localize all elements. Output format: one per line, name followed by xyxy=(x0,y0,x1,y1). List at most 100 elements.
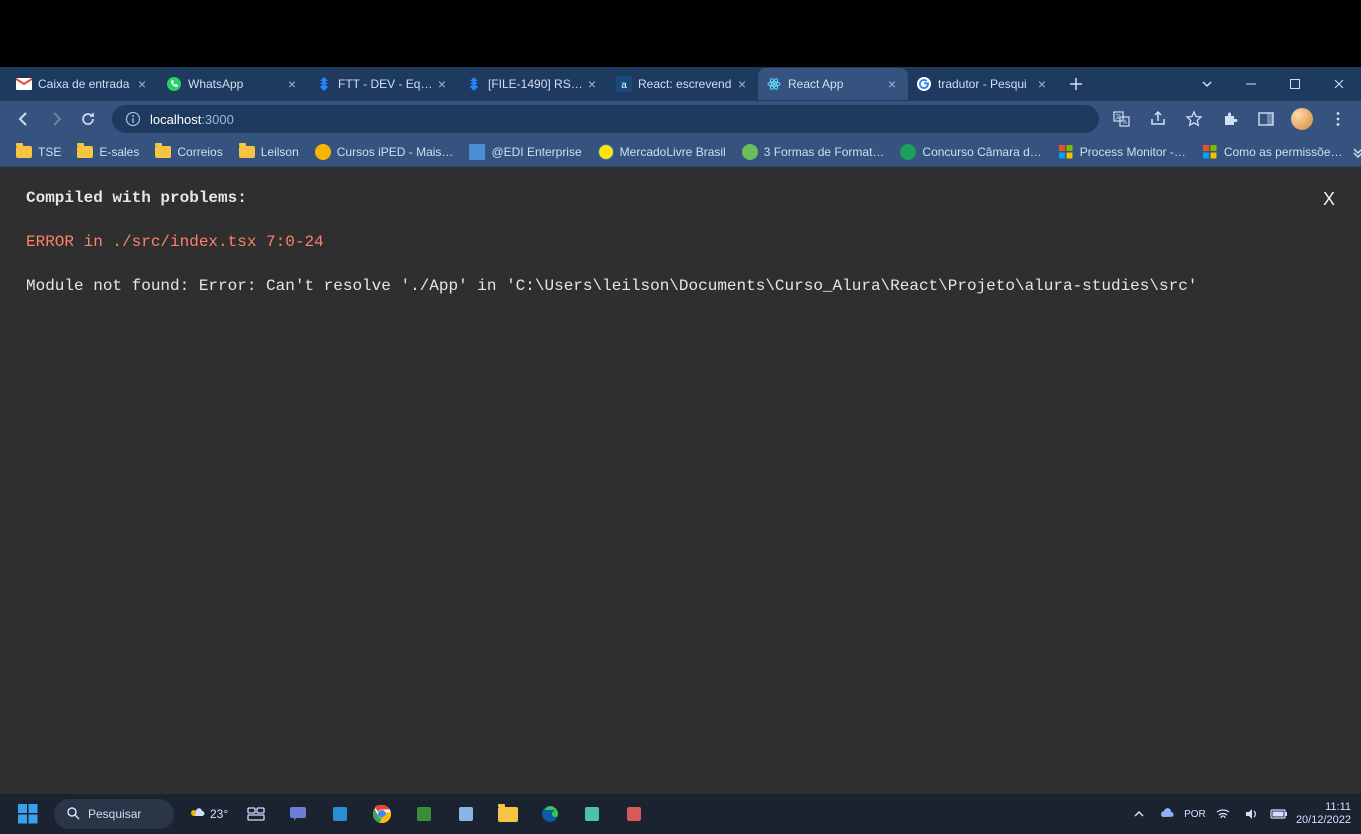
taskbar-app-4[interactable] xyxy=(448,796,484,832)
close-icon[interactable]: × xyxy=(434,77,450,91)
svg-text:A: A xyxy=(1123,120,1127,126)
folder-icon xyxy=(155,144,171,160)
tab-gmail[interactable]: Caixa de entrada × xyxy=(8,68,158,100)
tray-wifi-icon[interactable] xyxy=(1212,803,1234,825)
svg-text:a: a xyxy=(621,80,627,91)
tray-overflow-icon[interactable] xyxy=(1128,803,1150,825)
google-icon xyxy=(916,76,932,92)
taskbar-weather[interactable]: 23° xyxy=(188,805,228,823)
translate-icon[interactable]: 文A xyxy=(1107,104,1137,134)
tab-ftt-dev[interactable]: FTT - DEV - Equip × xyxy=(308,68,458,100)
tray-battery-icon[interactable] xyxy=(1268,803,1290,825)
bookmark-concurso[interactable]: Concurso Câmara d… xyxy=(892,139,1049,165)
bookmark-leilson[interactable]: Leilson xyxy=(231,139,307,165)
bookmark-label: TSE xyxy=(38,145,61,159)
start-button[interactable] xyxy=(10,796,46,832)
taskbar-edge[interactable] xyxy=(532,796,568,832)
bookmark-cursos-iped[interactable]: Cursos iPED - Mais… xyxy=(307,139,462,165)
bookmark-process-monitor[interactable]: Process Monitor -… xyxy=(1050,139,1194,165)
tab-label: React: escrevend xyxy=(638,77,734,91)
error-overlay-close-button[interactable]: X xyxy=(1323,189,1335,210)
alura-icon: a xyxy=(616,76,632,92)
tab-label: Caixa de entrada xyxy=(38,77,134,91)
tray-language-icon[interactable]: POR xyxy=(1184,803,1206,825)
bookmarks-overflow-button[interactable] xyxy=(1351,145,1361,159)
folder-icon xyxy=(16,144,32,160)
tab-file-1490[interactable]: [FILE-1490] RSA - × xyxy=(458,68,608,100)
taskbar-app-3[interactable] xyxy=(406,796,442,832)
tray-volume-icon[interactable] xyxy=(1240,803,1262,825)
taskbar-task-view[interactable] xyxy=(238,796,274,832)
weather-temp: 23° xyxy=(210,807,228,821)
taskbar-clock[interactable]: 11:11 20/12/2022 xyxy=(1296,801,1351,827)
close-icon[interactable]: × xyxy=(734,77,750,91)
maximize-button[interactable] xyxy=(1273,67,1317,101)
wikihow-icon xyxy=(742,144,758,160)
bookmark-correios[interactable]: Correios xyxy=(147,139,230,165)
taskbar-file-explorer[interactable] xyxy=(490,796,526,832)
iped-icon xyxy=(315,144,331,160)
tab-search-button[interactable] xyxy=(1185,67,1229,101)
tab-label: tradutor - Pesqui xyxy=(938,77,1034,91)
taskbar-chrome[interactable] xyxy=(364,796,400,832)
mercadolivre-icon xyxy=(598,144,614,160)
taskbar-search[interactable]: Pesquisar xyxy=(54,799,174,829)
bookmark-permissoes[interactable]: Como as permissõe… xyxy=(1194,139,1351,165)
reload-button[interactable] xyxy=(72,103,104,135)
tab-react-app[interactable]: React App × xyxy=(758,68,908,100)
bookmark-tse[interactable]: TSE xyxy=(8,139,69,165)
taskbar-date: 20/12/2022 xyxy=(1296,814,1351,827)
tab-whatsapp[interactable]: WhatsApp × xyxy=(158,68,308,100)
jira-icon xyxy=(466,76,482,92)
error-location-line: ERROR in ./src/index.tsx 7:0-24 xyxy=(26,233,1335,251)
folder-icon xyxy=(239,144,255,160)
bookmark-edi-enterprise[interactable]: @EDI Enterprise xyxy=(461,139,589,165)
edi-icon xyxy=(469,144,485,160)
minimize-button[interactable] xyxy=(1229,67,1273,101)
whatsapp-icon xyxy=(166,76,182,92)
side-panel-icon[interactable] xyxy=(1251,104,1281,134)
search-icon xyxy=(66,806,80,823)
close-icon[interactable]: × xyxy=(884,77,900,91)
taskbar-app-7[interactable] xyxy=(616,796,652,832)
new-tab-button[interactable] xyxy=(1062,70,1090,98)
error-message-line: Module not found: Error: Can't resolve '… xyxy=(26,277,1335,295)
bookmark-3-formas[interactable]: 3 Formas de Format… xyxy=(734,139,893,165)
back-button[interactable] xyxy=(8,103,40,135)
menu-button[interactable] xyxy=(1323,104,1353,134)
profile-avatar[interactable] xyxy=(1287,104,1317,134)
taskbar-app-1[interactable] xyxy=(322,796,358,832)
svg-text:文: 文 xyxy=(1115,113,1121,121)
tab-label: [FILE-1490] RSA - xyxy=(488,77,584,91)
window-controls xyxy=(1185,67,1361,101)
taskbar-chat[interactable] xyxy=(280,796,316,832)
tray-onedrive-icon[interactable] xyxy=(1156,803,1178,825)
forward-button[interactable] xyxy=(40,103,72,135)
system-tray: POR 11:11 20/12/2022 xyxy=(1128,801,1351,827)
compile-problems-heading: Compiled with problems: xyxy=(26,189,1335,207)
bookmark-star-icon[interactable] xyxy=(1179,104,1209,134)
bookmark-mercadolivre[interactable]: MercadoLivre Brasil xyxy=(590,139,734,165)
tab-tradutor[interactable]: tradutor - Pesqui × xyxy=(908,68,1058,100)
share-icon[interactable] xyxy=(1143,104,1173,134)
address-bar[interactable]: localhost:3000 xyxy=(112,105,1099,133)
avatar-icon xyxy=(1291,108,1313,130)
close-icon[interactable]: × xyxy=(584,77,600,91)
tab-label: FTT - DEV - Equip xyxy=(338,77,434,91)
taskbar-app-6[interactable] xyxy=(574,796,610,832)
taskbar-time: 11:11 xyxy=(1296,801,1351,814)
bookmark-label: Concurso Câmara d… xyxy=(922,145,1041,159)
close-window-button[interactable] xyxy=(1317,67,1361,101)
browser-tab-strip: Caixa de entrada × WhatsApp × FTT - DEV … xyxy=(0,67,1361,101)
bookmark-label: MercadoLivre Brasil xyxy=(620,145,726,159)
bookmark-label: Leilson xyxy=(261,145,299,159)
tab-label: WhatsApp xyxy=(188,77,284,91)
bookmark-esales[interactable]: E-sales xyxy=(69,139,147,165)
close-icon[interactable]: × xyxy=(284,77,300,91)
close-icon[interactable]: × xyxy=(134,77,150,91)
tab-react-escrevendo[interactable]: a React: escrevend × xyxy=(608,68,758,100)
site-info-icon[interactable] xyxy=(124,110,142,128)
taskbar-search-placeholder: Pesquisar xyxy=(88,807,141,821)
extensions-icon[interactable] xyxy=(1215,104,1245,134)
close-icon[interactable]: × xyxy=(1034,77,1050,91)
